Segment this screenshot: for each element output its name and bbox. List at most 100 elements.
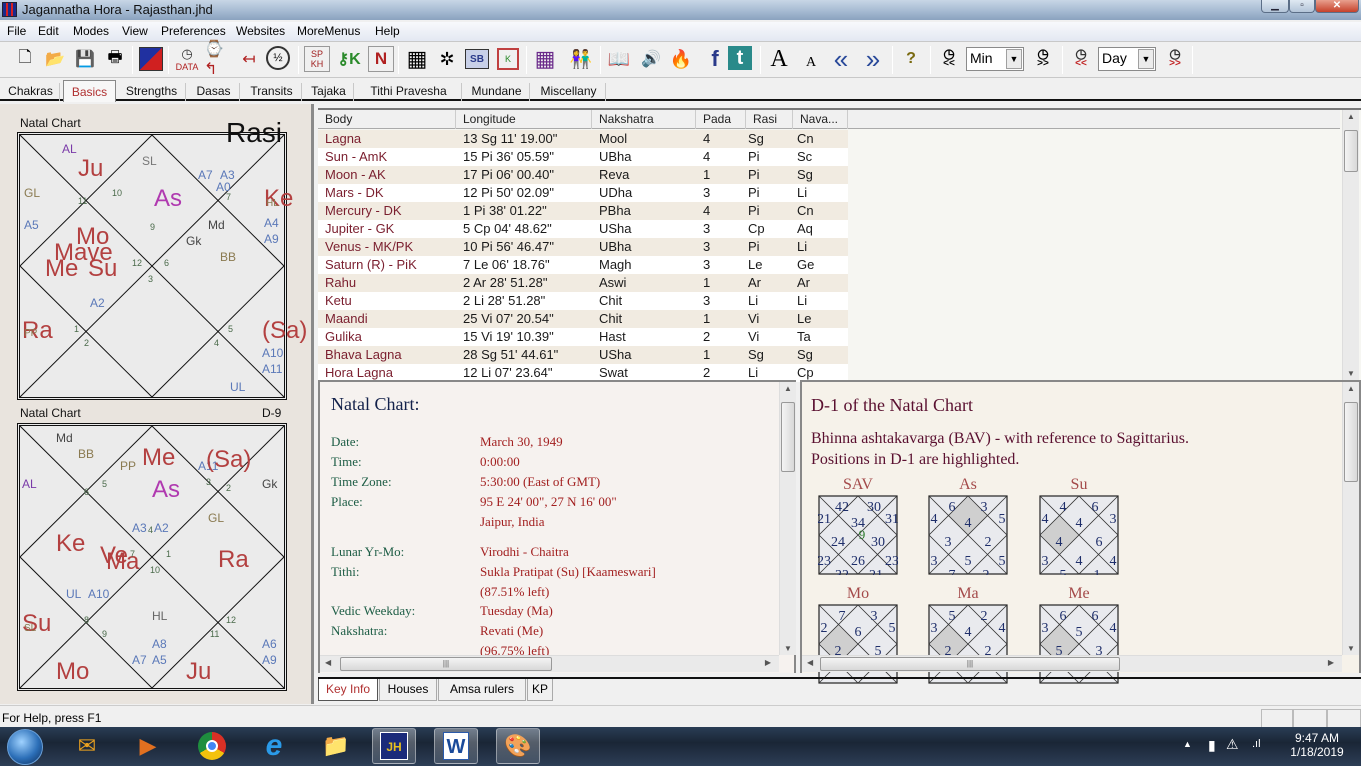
twitter-icon[interactable]: t (728, 46, 752, 70)
scroll-down-icon[interactable]: ▼ (1343, 369, 1359, 378)
step-back-day-button[interactable]: ◷ << (1068, 46, 1094, 72)
time-half-icon[interactable]: ½ (266, 46, 290, 70)
scroll-right-icon[interactable]: ▶ (1328, 658, 1334, 667)
scroll-down-icon[interactable]: ▼ (1343, 644, 1359, 653)
help-icon[interactable]: ? (898, 46, 924, 72)
table-row[interactable]: Sun - AmK 15 Pi 36' 05.59" UBha 4 Pi Sc (318, 148, 848, 166)
scroll-right-icon[interactable]: ▶ (765, 658, 771, 667)
navamsa-chart[interactable]: Md BB AL PP Me As A11 (Sa) Gk Ve Ke Ma A3 A2 GL Ra UL A10… (17, 423, 287, 691)
chart-graha-ra[interactable]: Ra (218, 548, 249, 572)
tab-strengths[interactable]: Strengths (118, 83, 186, 101)
table-row[interactable]: Mercury - DK 1 Pi 38' 01.22" PBha 4 Pi Cn (318, 202, 848, 220)
next-icon[interactable]: » (860, 44, 886, 74)
save-icon[interactable]: 💾 (72, 46, 98, 72)
minimize-button[interactable]: ▁ (1261, 0, 1289, 13)
step-forward-min-button[interactable]: ◷ >> (1030, 46, 1056, 72)
menu-preferences[interactable]: Preferences (161, 24, 226, 38)
chart-graha-md[interactable]: Md (56, 432, 73, 444)
chart-graha-ul[interactable]: UL (230, 381, 245, 393)
close-button[interactable]: ✕ (1315, 0, 1359, 13)
scroll-thumb[interactable] (781, 402, 795, 472)
tab-dasas[interactable]: Dasas (188, 83, 240, 101)
b-grid-icon[interactable]: ▦ (532, 46, 558, 72)
prev-icon[interactable]: « (828, 44, 854, 74)
chart-graha-gl[interactable]: GL (24, 187, 40, 199)
file-explorer-icon[interactable]: 📁 (314, 728, 358, 764)
tab-houses[interactable]: Houses (379, 679, 437, 701)
print-icon[interactable]: 🖶 (102, 46, 128, 72)
fire-icon[interactable]: 🔥 (668, 46, 694, 72)
internet-explorer-icon[interactable]: e (252, 728, 296, 764)
table-row[interactable]: Jupiter - GK 5 Cp 04' 48.62" USha 3 Cp Aq (318, 220, 848, 238)
word-icon[interactable]: W (434, 728, 478, 764)
chart-graha-pp[interactable]: PP (24, 329, 37, 339)
tab-tithi-pravesha[interactable]: Tithi Pravesha (356, 83, 462, 101)
n-icon[interactable]: N (368, 46, 394, 72)
paint-icon[interactable]: 🎨 (496, 728, 540, 764)
scroll-thumb[interactable] (1344, 130, 1358, 172)
scroll-thumb[interactable]: ||| (340, 657, 552, 671)
chart-graha-hl[interactable]: HL (266, 199, 279, 209)
table-row[interactable]: Mars - DK 12 Pi 50' 02.09" UDha 3 Pi Li (318, 184, 848, 202)
table-row[interactable]: Bhava Lagna 28 Sg 51' 44.61" USha 1 Sg Sg (318, 346, 848, 364)
chart-graha-a7[interactable]: A7 (198, 169, 213, 181)
book-icon[interactable]: 📖 (606, 46, 632, 72)
menu-help[interactable]: Help (375, 24, 400, 38)
open-folder-icon[interactable]: 📂 (42, 46, 68, 72)
menu-edit[interactable]: Edit (38, 24, 59, 38)
chart-graha-md[interactable]: Md (208, 219, 225, 231)
table-row[interactable]: Rahu 2 Ar 28' 51.28" Aswi 1 Ar Ar (318, 274, 848, 292)
network-warning-icon[interactable]: ⚠ (1226, 736, 1239, 753)
chart-graha-gk[interactable]: Gk (186, 235, 201, 247)
signal-icon[interactable]: .ıl (1252, 738, 1261, 750)
chart-graha-su[interactable]: Su (88, 257, 117, 281)
bav-chart-su[interactable]: Su444435414636 (1039, 476, 1119, 575)
outlook-icon[interactable]: ✉ (65, 728, 109, 764)
col-longitude[interactable]: Longitude (456, 110, 592, 129)
font-larger-icon[interactable]: A (766, 46, 792, 72)
step-unit-select-2[interactable]: Day ▼ (1098, 47, 1156, 71)
media-player-icon[interactable]: ▶ (126, 728, 170, 764)
chart-graha-gk[interactable]: Gk (262, 478, 277, 490)
menu-websites[interactable]: Websites (236, 24, 285, 38)
scroll-left-icon[interactable]: ◀ (807, 658, 813, 667)
chart-graha-me[interactable]: Me (142, 446, 175, 470)
step-back-min-button[interactable]: ◷ << (936, 46, 962, 72)
chart-graha-bb[interactable]: BB (78, 448, 94, 460)
chart-graha-as[interactable]: As (152, 478, 180, 502)
battery-icon[interactable]: ▮ (1208, 737, 1216, 754)
chart-graha-bb[interactable]: BB (220, 251, 236, 263)
col-nakshatra[interactable]: Nakshatra (592, 110, 696, 129)
speaker-icon[interactable]: 🔊 (638, 46, 664, 72)
scroll-up-icon[interactable]: ▲ (1343, 112, 1359, 121)
key-k-icon[interactable]: ⚷K (336, 46, 362, 72)
chart-graha-a5[interactable]: A5 (152, 654, 167, 666)
rasi-chart[interactable]: Rasi AL Ju SL GL A5 Mo Mave Me Su As A7 A3 A0 Ke HL A4 A… (17, 119, 307, 400)
font-smaller-icon[interactable]: A (798, 50, 824, 76)
tab-mundane[interactable]: Mundane (464, 83, 530, 101)
table-row[interactable]: Maandi 25 Vi 07' 20.54" Chit 1 Vi Le (318, 310, 848, 328)
menu-modes[interactable]: Modes (73, 24, 109, 38)
tab-tajaka[interactable]: Tajaka (304, 83, 354, 101)
chart-graha-a4[interactable]: A4 (264, 217, 279, 229)
table-row[interactable]: Venus - MK/PK 10 Pi 56' 46.47" UBha 3 Pi Li (318, 238, 848, 256)
menu-moremenus[interactable]: MoreMenus (297, 24, 360, 38)
chart-graha-ul[interactable]: UL (66, 588, 81, 600)
chart-graha-a11[interactable]: A11 (262, 363, 282, 375)
chart-graha-a5[interactable]: A5 (24, 219, 39, 231)
new-file-icon[interactable]: 🗋 (12, 46, 38, 72)
scroll-down-icon[interactable]: ▼ (780, 644, 796, 653)
maximize-button[interactable]: ▫ (1289, 0, 1315, 13)
tab-miscellany[interactable]: Miscellany (532, 83, 606, 101)
chart-graha-pp[interactable]: PP (120, 460, 136, 472)
table-row[interactable]: Gulika 15 Vi 19' 10.39" Hast 2 Vi Ta (318, 328, 848, 346)
table-scrollbar[interactable]: ▲ ▼ (1342, 110, 1359, 380)
show-hidden-icons[interactable]: ▲ (1183, 739, 1192, 749)
scroll-thumb[interactable] (1344, 402, 1358, 482)
table-row[interactable]: Lagna 13 Sg 11' 19.00" Mool 4 Sg Cn (318, 130, 848, 148)
chart-graha-ju[interactable]: Ju (78, 157, 103, 181)
chart-graha-me[interactable]: Me (45, 257, 78, 281)
col-navamsa[interactable]: Nava... (793, 110, 848, 129)
chart-graha-sa[interactable]: (Sa) (262, 319, 307, 343)
chart-graha-al[interactable]: AL (62, 143, 77, 155)
